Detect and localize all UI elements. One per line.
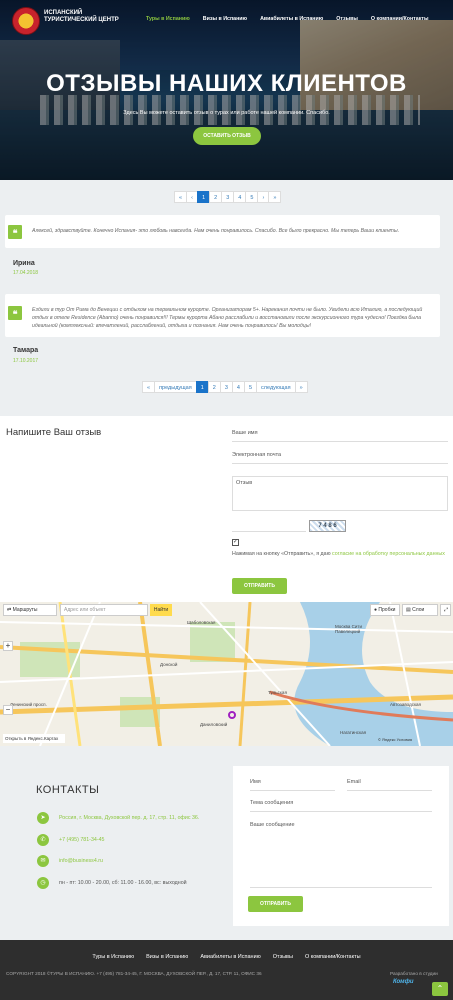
page-last[interactable]: » xyxy=(268,191,282,203)
map-search-input[interactable]: Адрес или объект xyxy=(60,604,148,616)
page-next[interactable]: следующая xyxy=(256,381,296,393)
scroll-top-icon[interactable]: ⌃ xyxy=(432,982,448,996)
contact-message-field[interactable]: Ваше сообщение xyxy=(250,822,432,888)
map-label: Нагатинская xyxy=(340,730,367,735)
nav-item-tours[interactable]: Туры в Испанию xyxy=(146,16,190,22)
footer-link-tours[interactable]: Туры в Испанию xyxy=(92,954,134,960)
consent-checkbox[interactable]: ✓ xyxy=(232,539,239,546)
location-icon: ➤ xyxy=(37,812,49,824)
page-last[interactable]: » xyxy=(294,381,308,393)
review-submit-button[interactable]: ОТПРАВИТЬ xyxy=(232,578,287,594)
footer-link-about[interactable]: О компании/Контакты xyxy=(305,954,361,960)
quote-icon: ❝ xyxy=(8,306,22,320)
footer-nav: Туры в Испанию Визы в Испанию Авиабилеты… xyxy=(0,954,453,960)
map-traffic-label: Пробки xyxy=(378,607,396,613)
map-label: Ленинский просп. xyxy=(10,702,47,707)
contact-email[interactable]: info@business4.ru xyxy=(59,858,103,864)
captcha-image: 7 4 8 6 xyxy=(309,520,346,532)
map-layers-label: Слои xyxy=(412,607,425,613)
map-label: Москва Сити Павелецкий xyxy=(335,624,362,634)
map-label: Донской xyxy=(160,662,178,667)
pagination-top: « ‹ 1 2 3 4 5 › » xyxy=(174,191,282,203)
phone-icon: ✆ xyxy=(37,834,49,846)
email-icon: ✉ xyxy=(37,855,49,867)
contact-subject-field[interactable]: Тема сообщения xyxy=(250,800,432,812)
review-text: Алексей, здравствуйте. Конечно Испания- … xyxy=(32,228,400,234)
map-label: Автозаводская xyxy=(390,702,421,707)
review-date: 17.04.2018 xyxy=(13,270,39,276)
review-author: Тамара xyxy=(13,347,39,354)
map-find-button[interactable]: Найти xyxy=(150,604,172,616)
map-routes-button[interactable]: ⇄ Маршруты xyxy=(3,604,57,616)
nav-item-reviews[interactable]: Отзывы xyxy=(336,16,358,22)
map-routes-label: Маршруты xyxy=(12,607,38,613)
map-label: Тульская xyxy=(268,690,287,695)
contact-name-field[interactable]: Имя xyxy=(250,779,335,791)
review-email-field[interactable]: Электронная почта xyxy=(232,452,448,464)
contact-address[interactable]: Россия, г. Москва, Духовской пер. д. 17,… xyxy=(59,815,199,821)
contact-submit-button[interactable]: ОТПРАВИТЬ xyxy=(248,896,303,912)
contact-phone[interactable]: +7 (495) 781-34-45 xyxy=(59,837,105,843)
footer-link-flights[interactable]: Авиабилеты в Испанию xyxy=(200,954,260,960)
footer-copyright: COPYRIGHT 2018 ©ТУРЫ В ИСПАНИЮ. +7 (495)… xyxy=(6,971,262,976)
map-copyright: © Яндекс Условия xyxy=(378,737,413,742)
yandex-map[interactable]: Шаболовская Донской Даниловский Москва С… xyxy=(0,602,453,746)
reviews-section: « ‹ 1 2 3 4 5 › » ❝ Алексей, здравствуйт… xyxy=(0,180,453,416)
logo-text[interactable]: ИСПАНСКИЙ ТУРИСТИЧЕСКИЙ ЦЕНТР xyxy=(44,10,124,24)
review-date: 17.10.2017 xyxy=(13,358,39,364)
map-traffic-button[interactable]: ● Пробки xyxy=(370,604,400,616)
contacts-title: КОНТАКТЫ xyxy=(36,784,100,796)
zoom-in-icon[interactable]: + xyxy=(3,641,13,651)
footer-link-reviews[interactable]: Отзывы xyxy=(273,954,293,960)
location-pin-icon[interactable] xyxy=(228,711,236,719)
nav-item-about[interactable]: О компании/Контакты xyxy=(371,16,429,22)
consent-prefix: Нажимая на кнопку «Отправить», я даю xyxy=(232,551,333,557)
studio-label: Разработано в студии xyxy=(390,971,438,976)
hero-subtitle: Здесь Вы можете оставить отзыв о турах и… xyxy=(123,110,330,116)
map-label: Даниловский xyxy=(200,722,228,727)
footer xyxy=(0,940,453,1000)
review-text: Ездили в тур От Рима до Венеции с отдыхо… xyxy=(32,307,423,329)
quote-icon: ❝ xyxy=(8,225,22,239)
review-card: ❝ Алексей, здравствуйте. Конечно Испания… xyxy=(5,215,440,248)
review-text-field[interactable]: Отзыв xyxy=(232,476,448,511)
review-name-field[interactable]: Ваше имя xyxy=(232,430,448,442)
studio-logo[interactable]: Комфи xyxy=(393,979,427,989)
nav-item-visas[interactable]: Визы в Испанию xyxy=(203,16,247,22)
main-nav: Туры в Испанию Визы в Испанию Авиабилеты… xyxy=(146,16,428,22)
contact-email-field[interactable]: Email xyxy=(347,779,432,791)
logo-emblem-icon[interactable] xyxy=(12,7,40,35)
nav-item-flights[interactable]: Авиабилеты в Испанию xyxy=(260,16,323,22)
map-label: Шаболовская xyxy=(187,620,216,625)
consent-link[interactable]: согласие на обработку персональных данны… xyxy=(332,551,445,557)
footer-link-visas[interactable]: Визы в Испанию xyxy=(146,954,188,960)
clock-icon: ◷ xyxy=(37,877,49,889)
captcha-input[interactable] xyxy=(232,520,306,532)
leave-review-button[interactable]: ОСТАВИТЬ ОТЗЫВ xyxy=(193,127,261,145)
page-prev[interactable]: предыдущая xyxy=(154,381,197,393)
zoom-out-icon[interactable]: − xyxy=(3,705,13,715)
map-fullscreen-icon[interactable]: ⤢ xyxy=(440,604,451,616)
map-layers-button[interactable]: ▤ Слои xyxy=(402,604,438,616)
open-in-yandex-link[interactable]: Открыть в Яндекс.Картах xyxy=(3,734,65,743)
consent-text: Нажимая на кнопку «Отправить», я даю сог… xyxy=(232,550,447,558)
contact-hours: пн - пт: 10.00 - 20.00, сб: 11.00 - 16.0… xyxy=(59,880,187,886)
page-title: ОТЗЫВЫ НАШИХ КЛИЕНТОВ xyxy=(46,70,407,97)
review-card: ❝ Ездили в тур От Рима до Венеции с отды… xyxy=(5,294,440,337)
review-author: Ирина xyxy=(13,260,35,267)
review-form-title: Напишите Ваш отзыв xyxy=(6,427,102,438)
pagination-bottom: « предыдущая 1 2 3 4 5 следующая » xyxy=(142,381,308,393)
